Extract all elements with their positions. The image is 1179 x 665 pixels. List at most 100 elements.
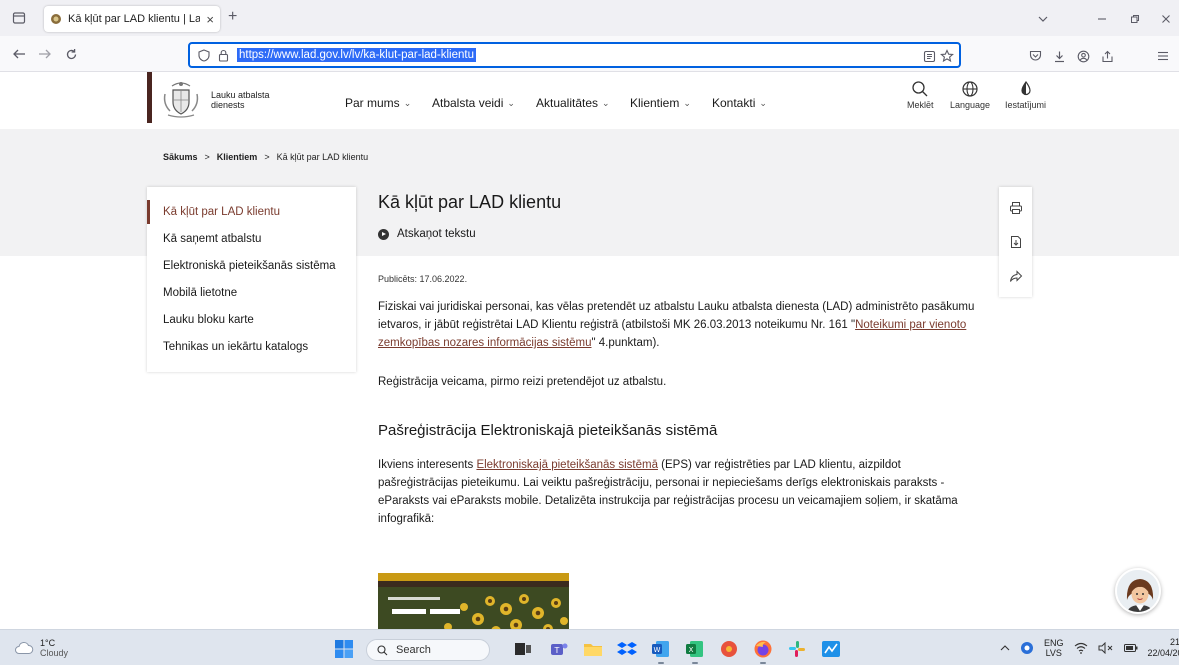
clock-date: 22/04/2024 (1147, 648, 1179, 658)
tab-list-icon[interactable] (8, 7, 30, 29)
coat-of-arms-icon[interactable] (160, 78, 202, 120)
system-tray: ENG LVS 21:38 22/04/2024 (1000, 637, 1179, 659)
list-all-tabs-icon[interactable] (1032, 8, 1054, 30)
eps-link[interactable]: Elektroniskajā pieteikšanās sistēmā (476, 459, 658, 471)
taskbar-search[interactable]: Search (366, 639, 490, 661)
volume-muted-icon[interactable] (1098, 642, 1114, 654)
nav-label: Klientiem (630, 96, 680, 110)
slack-app-icon[interactable] (786, 638, 808, 660)
battery-icon[interactable] (1123, 643, 1138, 653)
print-icon[interactable] (1009, 201, 1023, 215)
file-explorer-icon[interactable] (582, 638, 604, 660)
infographic-thumbnail[interactable] (378, 573, 569, 636)
share-arrow-icon[interactable] (1009, 270, 1023, 283)
page-title: Kā kļūt par LAD klientu (378, 192, 562, 212)
taskbar-clock[interactable]: 21:38 22/04/2024 (1148, 637, 1179, 659)
nav-label: Par mums (345, 96, 400, 110)
word-app-icon[interactable]: W (650, 638, 672, 664)
svg-text:X: X (689, 646, 694, 654)
forward-arrow-icon[interactable] (34, 43, 56, 65)
input-language-primary: ENG (1044, 638, 1064, 648)
tray-chevron-up-icon[interactable] (1000, 644, 1010, 652)
menu-hamburger-icon[interactable] (1152, 45, 1174, 67)
chevron-down-icon: ⌄ (403, 97, 412, 108)
nav-atbalsta-veidi[interactable]: Atbalsta veidi ⌄ (432, 96, 515, 110)
cloud-icon (14, 641, 34, 655)
breadcrumb-separator: > (264, 152, 270, 162)
sidebar-item-eps[interactable]: Elektroniskā pieteikšanās sistēma (163, 260, 336, 272)
logo-line1: Lauku atbalsta (211, 90, 270, 100)
logo-line2: dienests (211, 100, 245, 110)
breadcrumb-home[interactable]: Sākums (163, 152, 198, 162)
sidebar-item-bloku-karte[interactable]: Lauku bloku karte (163, 314, 254, 326)
reload-icon[interactable] (60, 43, 82, 65)
new-tab-button[interactable]: + (228, 8, 237, 26)
nav-par-mums[interactable]: Par mums ⌄ (345, 96, 411, 110)
account-icon[interactable] (1072, 45, 1094, 67)
globe-icon (961, 80, 979, 98)
restore-window-icon[interactable] (1124, 8, 1146, 30)
weather-text: 1°C Cloudy (40, 638, 68, 658)
share-icon[interactable] (1096, 45, 1118, 67)
weather-widget[interactable]: 1°C Cloudy (14, 638, 68, 658)
tracking-shield-icon[interactable] (198, 48, 210, 62)
chevron-down-icon: ⌄ (507, 97, 515, 108)
close-window-icon[interactable] (1155, 8, 1177, 30)
sidebar-item-mobila[interactable]: Mobilā lietotne (163, 287, 237, 299)
nav-aktualitates[interactable]: Aktualitātes ⌄ (536, 96, 610, 110)
task-view-icon[interactable] (512, 638, 534, 660)
pdf-download-icon[interactable] (1010, 235, 1022, 249)
weather-condition: Cloudy (40, 648, 69, 658)
firefox-app-icon[interactable] (752, 638, 774, 664)
settings-label: Iestatījumi (1005, 100, 1047, 110)
language-label: Language (950, 100, 991, 110)
lock-icon[interactable] (218, 49, 229, 62)
header-settings-button[interactable]: Iestatījumi (1005, 80, 1046, 110)
svg-text:T: T (554, 646, 560, 655)
breadcrumb-current: Kā kļūt par LAD klientu (276, 152, 369, 162)
header-language-button[interactable]: Language (950, 80, 990, 110)
taskbar-search-label: Search (396, 644, 431, 656)
sidebar-item-tehnikas[interactable]: Tehnikas un iekārtu katalogs (163, 341, 308, 353)
sidebar-item-ka-sanemt[interactable]: Kā saņemt atbalstu (163, 233, 261, 245)
tab-close-icon[interactable]: × (206, 12, 214, 27)
nav-label: Aktualitātes (536, 96, 599, 110)
dropbox-icon[interactable] (616, 638, 638, 660)
browser-tab[interactable]: Kā kļūt par LAD klientu | Lauku × (44, 6, 220, 32)
wifi-icon[interactable] (1074, 642, 1088, 654)
sidebar-active-indicator (147, 200, 150, 224)
play-text-button[interactable]: Atskaņot tekstu (378, 228, 476, 240)
windows-start-icon[interactable] (333, 638, 355, 660)
back-arrow-icon[interactable] (8, 43, 30, 65)
breadcrumb-klientiem[interactable]: Klientiem (217, 152, 258, 162)
logo-accent-bar (147, 72, 152, 123)
whiteboard-app-icon[interactable] (820, 638, 842, 660)
excel-app-icon[interactable]: X (684, 638, 706, 664)
downloads-icon[interactable] (1048, 45, 1070, 67)
bookmark-star-icon[interactable] (936, 45, 958, 67)
tab-title: Kā kļūt par LAD klientu | Lauku (68, 13, 201, 25)
url-text[interactable]: https://www.lad.gov.lv/lv/ka-klut-par-la… (237, 48, 476, 62)
breadcrumb: Sākums > Klientiem > Kā kļūt par LAD kli… (163, 152, 368, 162)
paragraph-intro: Fiziskai vai juridiskai personai, kas vē… (378, 298, 978, 352)
nav-klientiem[interactable]: Klientiem ⌄ (630, 96, 691, 110)
play-text-label: Atskaņot tekstu (397, 228, 476, 240)
svg-text:W: W (654, 646, 661, 654)
pocket-icon[interactable] (1024, 45, 1046, 67)
tray-app-icon[interactable] (1020, 641, 1034, 655)
teams-app-icon[interactable]: T (548, 638, 570, 660)
search-icon (911, 80, 929, 98)
header-search-button[interactable]: Meklēt (907, 80, 934, 110)
url-bar[interactable]: https://www.lad.gov.lv/lv/ka-klut-par-la… (188, 42, 961, 68)
chat-assistant-avatar[interactable] (1115, 568, 1161, 614)
play-icon (378, 228, 389, 240)
nav-kontakti[interactable]: Kontakti ⌄ (712, 96, 767, 110)
site-logo-text[interactable]: Lauku atbalsta dienests (211, 90, 270, 110)
search-icon (377, 644, 388, 656)
minimize-window-icon[interactable] (1091, 8, 1113, 30)
page-tools-panel (999, 187, 1032, 297)
thumbnail-header (378, 573, 569, 581)
app-flower-icon[interactable] (718, 638, 740, 660)
input-language[interactable]: ENG LVS (1044, 638, 1064, 658)
sidebar-item-ka-klut[interactable]: Kā kļūt par LAD klientu (163, 206, 280, 218)
